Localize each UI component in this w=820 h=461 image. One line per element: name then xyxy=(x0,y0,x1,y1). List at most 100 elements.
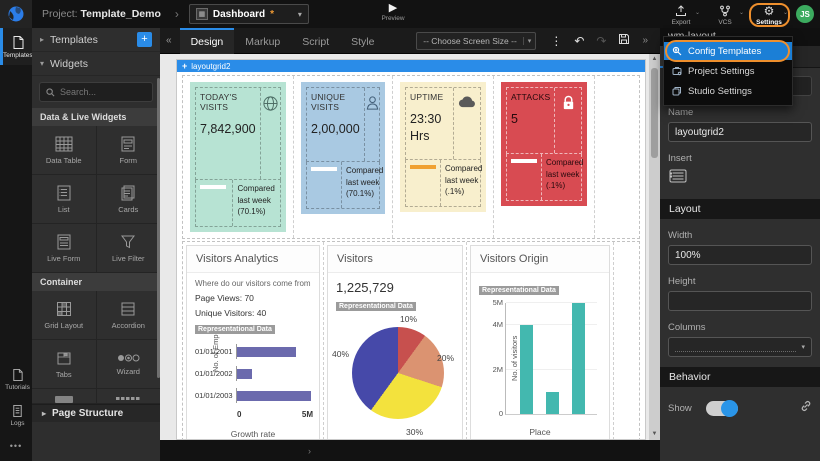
widget-item-accordion[interactable]: Accordion xyxy=(97,291,161,339)
visitors-origin-column-chart: No. of visitors 0 2M 4M 5M xyxy=(505,303,597,415)
selection-tag-layoutgrid[interactable]: + layoutgrid2 xyxy=(177,60,645,72)
card-title: ATTACKS xyxy=(511,92,550,102)
gear-icon: ⚙ xyxy=(752,5,786,18)
menu-item-studio-settings[interactable]: Studio Settings xyxy=(664,82,792,100)
card-value: 5 xyxy=(511,111,550,128)
more-tools-icon[interactable]: » xyxy=(642,35,648,46)
undo-icon[interactable]: ↶ xyxy=(574,34,584,48)
widget-item-list[interactable]: List xyxy=(32,175,96,223)
lock-icon xyxy=(561,95,576,153)
panel-title: Visitors Analytics xyxy=(187,246,319,273)
add-template-button[interactable]: + xyxy=(137,32,152,47)
settings-button[interactable]: ⚙ ⌄ Settings xyxy=(752,3,786,26)
page-selector-dropdown[interactable]: ▦ Dashboard * ▾ xyxy=(189,4,309,24)
widget-search[interactable] xyxy=(39,82,153,102)
widget-item-partial-left[interactable] xyxy=(32,389,96,403)
live-form-icon xyxy=(55,233,73,251)
play-icon: ▶ xyxy=(378,3,408,14)
tutorials-icon xyxy=(11,368,24,382)
tab-style[interactable]: Style xyxy=(340,28,385,54)
widget-item-grid-layout[interactable]: Grid Layout xyxy=(32,291,96,339)
widget-item-form[interactable]: Form xyxy=(97,126,161,174)
tab-markup[interactable]: Markup xyxy=(234,28,291,54)
card-note: Compared last week (70.1%) xyxy=(342,162,387,208)
panel-title: Visitors Origin xyxy=(471,246,609,273)
column-3 xyxy=(572,303,585,414)
kebab-menu-icon[interactable]: ⋮ xyxy=(550,34,562,48)
widget-item-data-table[interactable]: Data Table xyxy=(32,126,96,174)
tab-script[interactable]: Script xyxy=(291,28,340,54)
bar-2003 xyxy=(237,391,311,401)
wavemaker-studio-window: Project: Template_Demo › ▦ Dashboard * ▾… xyxy=(0,0,820,461)
widget-item-live-form[interactable]: Live Form xyxy=(32,224,96,272)
menu-item-config-templates[interactable]: Config Templates xyxy=(664,42,792,60)
rail-item-logs[interactable]: Logs xyxy=(0,397,32,433)
widgets-section-header[interactable]: ▾ Widgets xyxy=(32,52,160,76)
stat-card-attacks[interactable]: ATTACKS 5 Compared last week (.1%) xyxy=(501,82,587,206)
pie xyxy=(352,327,444,419)
stat-card-uptime[interactable]: UPTIME 23:30 Hrs Compared last week (.1%… xyxy=(400,82,486,212)
panels-row: Visitors Analytics Where do our visitors… xyxy=(182,241,640,440)
bar-2001 xyxy=(237,347,296,357)
visitors-panel[interactable]: Visitors 1,225,729 Representational Data… xyxy=(327,245,463,440)
widget-search-input[interactable] xyxy=(60,87,140,97)
design-canvas[interactable]: + layoutgrid2 TODAY'S VISITS 7,842,900 xyxy=(160,54,660,440)
bind-link-icon[interactable] xyxy=(800,399,812,417)
scrollbar-thumb[interactable] xyxy=(651,68,658,158)
export-button[interactable]: ⌄ Export xyxy=(664,3,698,26)
y-axis-label: No. of visitors xyxy=(510,336,519,381)
collapse-panel-button[interactable]: « xyxy=(166,35,172,46)
stat-card-todays-visits[interactable]: TODAY'S VISITS 7,842,900 Compared last w… xyxy=(190,82,286,232)
chevron-down-icon: ⌄ xyxy=(739,9,744,16)
widget-item-partial-right[interactable] xyxy=(97,389,161,403)
widget-item-live-filter[interactable]: Live Filter xyxy=(97,224,161,272)
visitors-analytics-panel[interactable]: Visitors Analytics Where do our visitors… xyxy=(186,245,320,440)
move-icon: + xyxy=(182,61,187,71)
tab-design[interactable]: Design xyxy=(180,28,235,54)
page-structure-section[interactable]: ▸ Page Structure xyxy=(32,404,160,422)
app-logo[interactable] xyxy=(0,0,32,28)
canvas-page[interactable]: + layoutgrid2 TODAY'S VISITS 7,842,900 xyxy=(176,59,646,440)
stat-card-unique-visits[interactable]: UNIQUE VISITS 2,00,000 Compared last wee… xyxy=(301,82,385,214)
menu-item-project-settings[interactable]: Project Settings xyxy=(664,62,792,80)
settings-dropdown-menu: Config Templates Project Settings Studio… xyxy=(663,36,793,106)
vcs-button[interactable]: ⌄ VCS xyxy=(708,3,742,26)
templates-section-header[interactable]: ▸ Templates + xyxy=(32,28,160,52)
scroll-up-icon[interactable]: ▲ xyxy=(649,54,660,65)
stat-cards-row: TODAY'S VISITS 7,842,900 Compared last w… xyxy=(182,75,640,239)
show-toggle[interactable] xyxy=(706,401,738,416)
scroll-down-icon[interactable]: ▼ xyxy=(649,429,660,440)
grid-layout-icon xyxy=(55,300,73,318)
arrow-collapsed-icon: ▸ xyxy=(40,35,44,44)
canvas-scrollbar[interactable]: ▲ ▼ xyxy=(649,54,660,440)
redo-icon[interactable]: ↷ xyxy=(596,34,606,48)
card-value: 7,842,900 xyxy=(200,121,256,138)
caret-down-icon: ▾ xyxy=(523,37,536,45)
rail-item-tutorials[interactable]: Tutorials xyxy=(0,361,32,397)
chevron-down-icon: ⌄ xyxy=(695,9,700,16)
project-name: Template_Demo xyxy=(81,8,161,20)
rail-more-button[interactable]: ••• xyxy=(0,433,32,461)
name-field[interactable] xyxy=(668,122,812,142)
visitors-pie-chart: 10% 20% 30% 40% xyxy=(336,315,454,437)
preview-button[interactable]: ▶ Preview xyxy=(378,3,408,22)
columns-select[interactable]: ▾ xyxy=(668,337,812,357)
bar-2002 xyxy=(237,369,252,379)
save-icon[interactable] xyxy=(618,33,630,48)
wizard-icon xyxy=(116,352,140,364)
widget-item-cards[interactable]: Cards xyxy=(97,175,161,223)
widget-item-tabs[interactable]: Tabs xyxy=(32,340,96,388)
width-field[interactable] xyxy=(668,245,812,265)
show-label: Show xyxy=(668,403,706,414)
visitors-origin-panel[interactable]: Visitors Origin Representational Data No… xyxy=(470,245,610,440)
column-1 xyxy=(520,325,533,414)
widget-item-wizard[interactable]: Wizard xyxy=(97,340,161,388)
height-field[interactable] xyxy=(668,291,812,311)
project-settings-icon xyxy=(672,66,682,76)
representational-data-badge: Representational Data xyxy=(195,325,275,334)
rail-item-templates[interactable]: Templates xyxy=(0,28,32,65)
screen-size-dropdown[interactable]: -- Choose Screen Size -- ▾ xyxy=(416,32,536,50)
insert-row-button[interactable] xyxy=(668,168,812,189)
columns-label: Columns xyxy=(668,322,812,333)
user-avatar[interactable]: JS xyxy=(796,5,814,23)
